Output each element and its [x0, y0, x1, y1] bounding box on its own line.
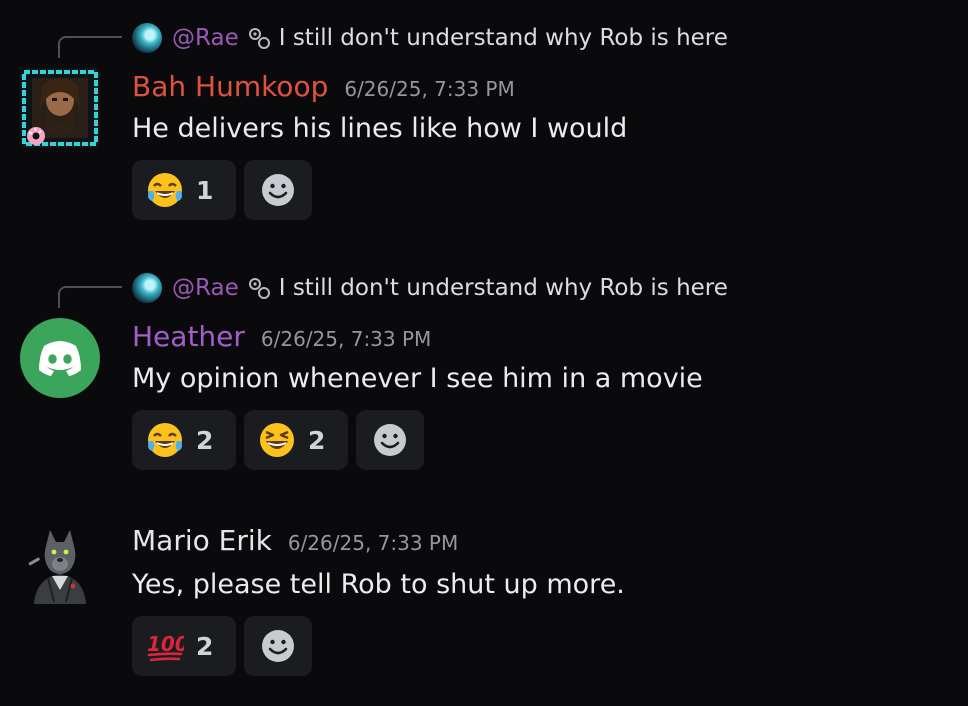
add-reaction-button[interactable]	[356, 410, 424, 470]
username[interactable]: Heather	[132, 320, 245, 353]
thread-link-icon	[248, 278, 270, 299]
reply-preview[interactable]: @Rae I still don't understand why Rob is…	[132, 22, 728, 54]
message-text: My opinion whenever I see him in a movie	[132, 363, 703, 394]
add-reaction-button[interactable]	[244, 616, 312, 676]
message-header: Heather 6/26/25, 7:33 PM	[132, 320, 431, 353]
message-item: @Rae I still don't understand why Rob is…	[0, 0, 968, 230]
reply-text[interactable]: I still don't understand why Rob is here	[279, 25, 728, 51]
joy-emoji	[148, 173, 182, 207]
thread-link-icon	[248, 28, 270, 49]
hundred-points-emoji: 100	[147, 632, 184, 662]
reply-text[interactable]: I still don't understand why Rob is here	[279, 275, 728, 301]
add-reaction-icon	[262, 174, 294, 206]
reply-avatar	[132, 23, 162, 53]
avatar[interactable]	[20, 524, 100, 604]
reply-username[interactable]: @Rae	[172, 275, 239, 301]
message-header: Mario Erik 6/26/25, 7:33 PM	[132, 524, 458, 557]
message-item: @Rae I still don't understand why Rob is…	[0, 250, 968, 480]
laughing-emoji	[260, 423, 294, 457]
bearded-man-avatar-image	[20, 68, 100, 148]
reaction-count: 2	[196, 425, 214, 455]
reaction-count: 2	[308, 425, 326, 455]
werewolf-avatar-image	[20, 524, 100, 604]
reaction-count: 1	[196, 175, 214, 205]
timestamp[interactable]: 6/26/25, 7:33 PM	[288, 531, 458, 555]
message-header: Bah Humkoop 6/26/25, 7:33 PM	[132, 70, 515, 103]
reply-preview[interactable]: @Rae I still don't understand why Rob is…	[132, 272, 728, 304]
username[interactable]: Mario Erik	[132, 524, 272, 557]
reply-username[interactable]: @Rae	[172, 25, 239, 51]
discord-logo-icon	[39, 341, 81, 376]
chat-message-list: @Rae I still don't understand why Rob is…	[0, 0, 968, 706]
message-item: Mario Erik 6/26/25, 7:33 PM Yes, please …	[0, 500, 968, 706]
message-text: He delivers his lines like how I would	[132, 113, 628, 144]
reaction-count: 2	[196, 631, 214, 661]
message-text: Yes, please tell Rob to shut up more.	[132, 569, 625, 600]
timestamp[interactable]: 6/26/25, 7:33 PM	[344, 77, 514, 101]
avatar[interactable]	[20, 68, 100, 148]
add-reaction-icon	[262, 630, 294, 662]
username[interactable]: Bah Humkoop	[132, 70, 328, 103]
reply-avatar	[132, 273, 162, 303]
reaction-bar: 1	[132, 160, 312, 220]
add-reaction-icon	[374, 424, 406, 456]
reaction-bar: 100 2	[132, 616, 312, 676]
reply-connector	[58, 36, 122, 58]
reaction-button[interactable]: 2	[132, 410, 236, 470]
reaction-button[interactable]: 1	[132, 160, 236, 220]
reaction-button[interactable]: 100 2	[132, 616, 236, 676]
timestamp[interactable]: 6/26/25, 7:33 PM	[261, 327, 431, 351]
avatar[interactable]	[20, 318, 100, 398]
svg-text:100: 100	[147, 632, 184, 656]
joy-emoji	[148, 423, 182, 457]
reaction-button[interactable]: 2	[244, 410, 348, 470]
reaction-bar: 2 2	[132, 410, 424, 470]
add-reaction-button[interactable]	[244, 160, 312, 220]
reply-connector	[58, 286, 122, 308]
